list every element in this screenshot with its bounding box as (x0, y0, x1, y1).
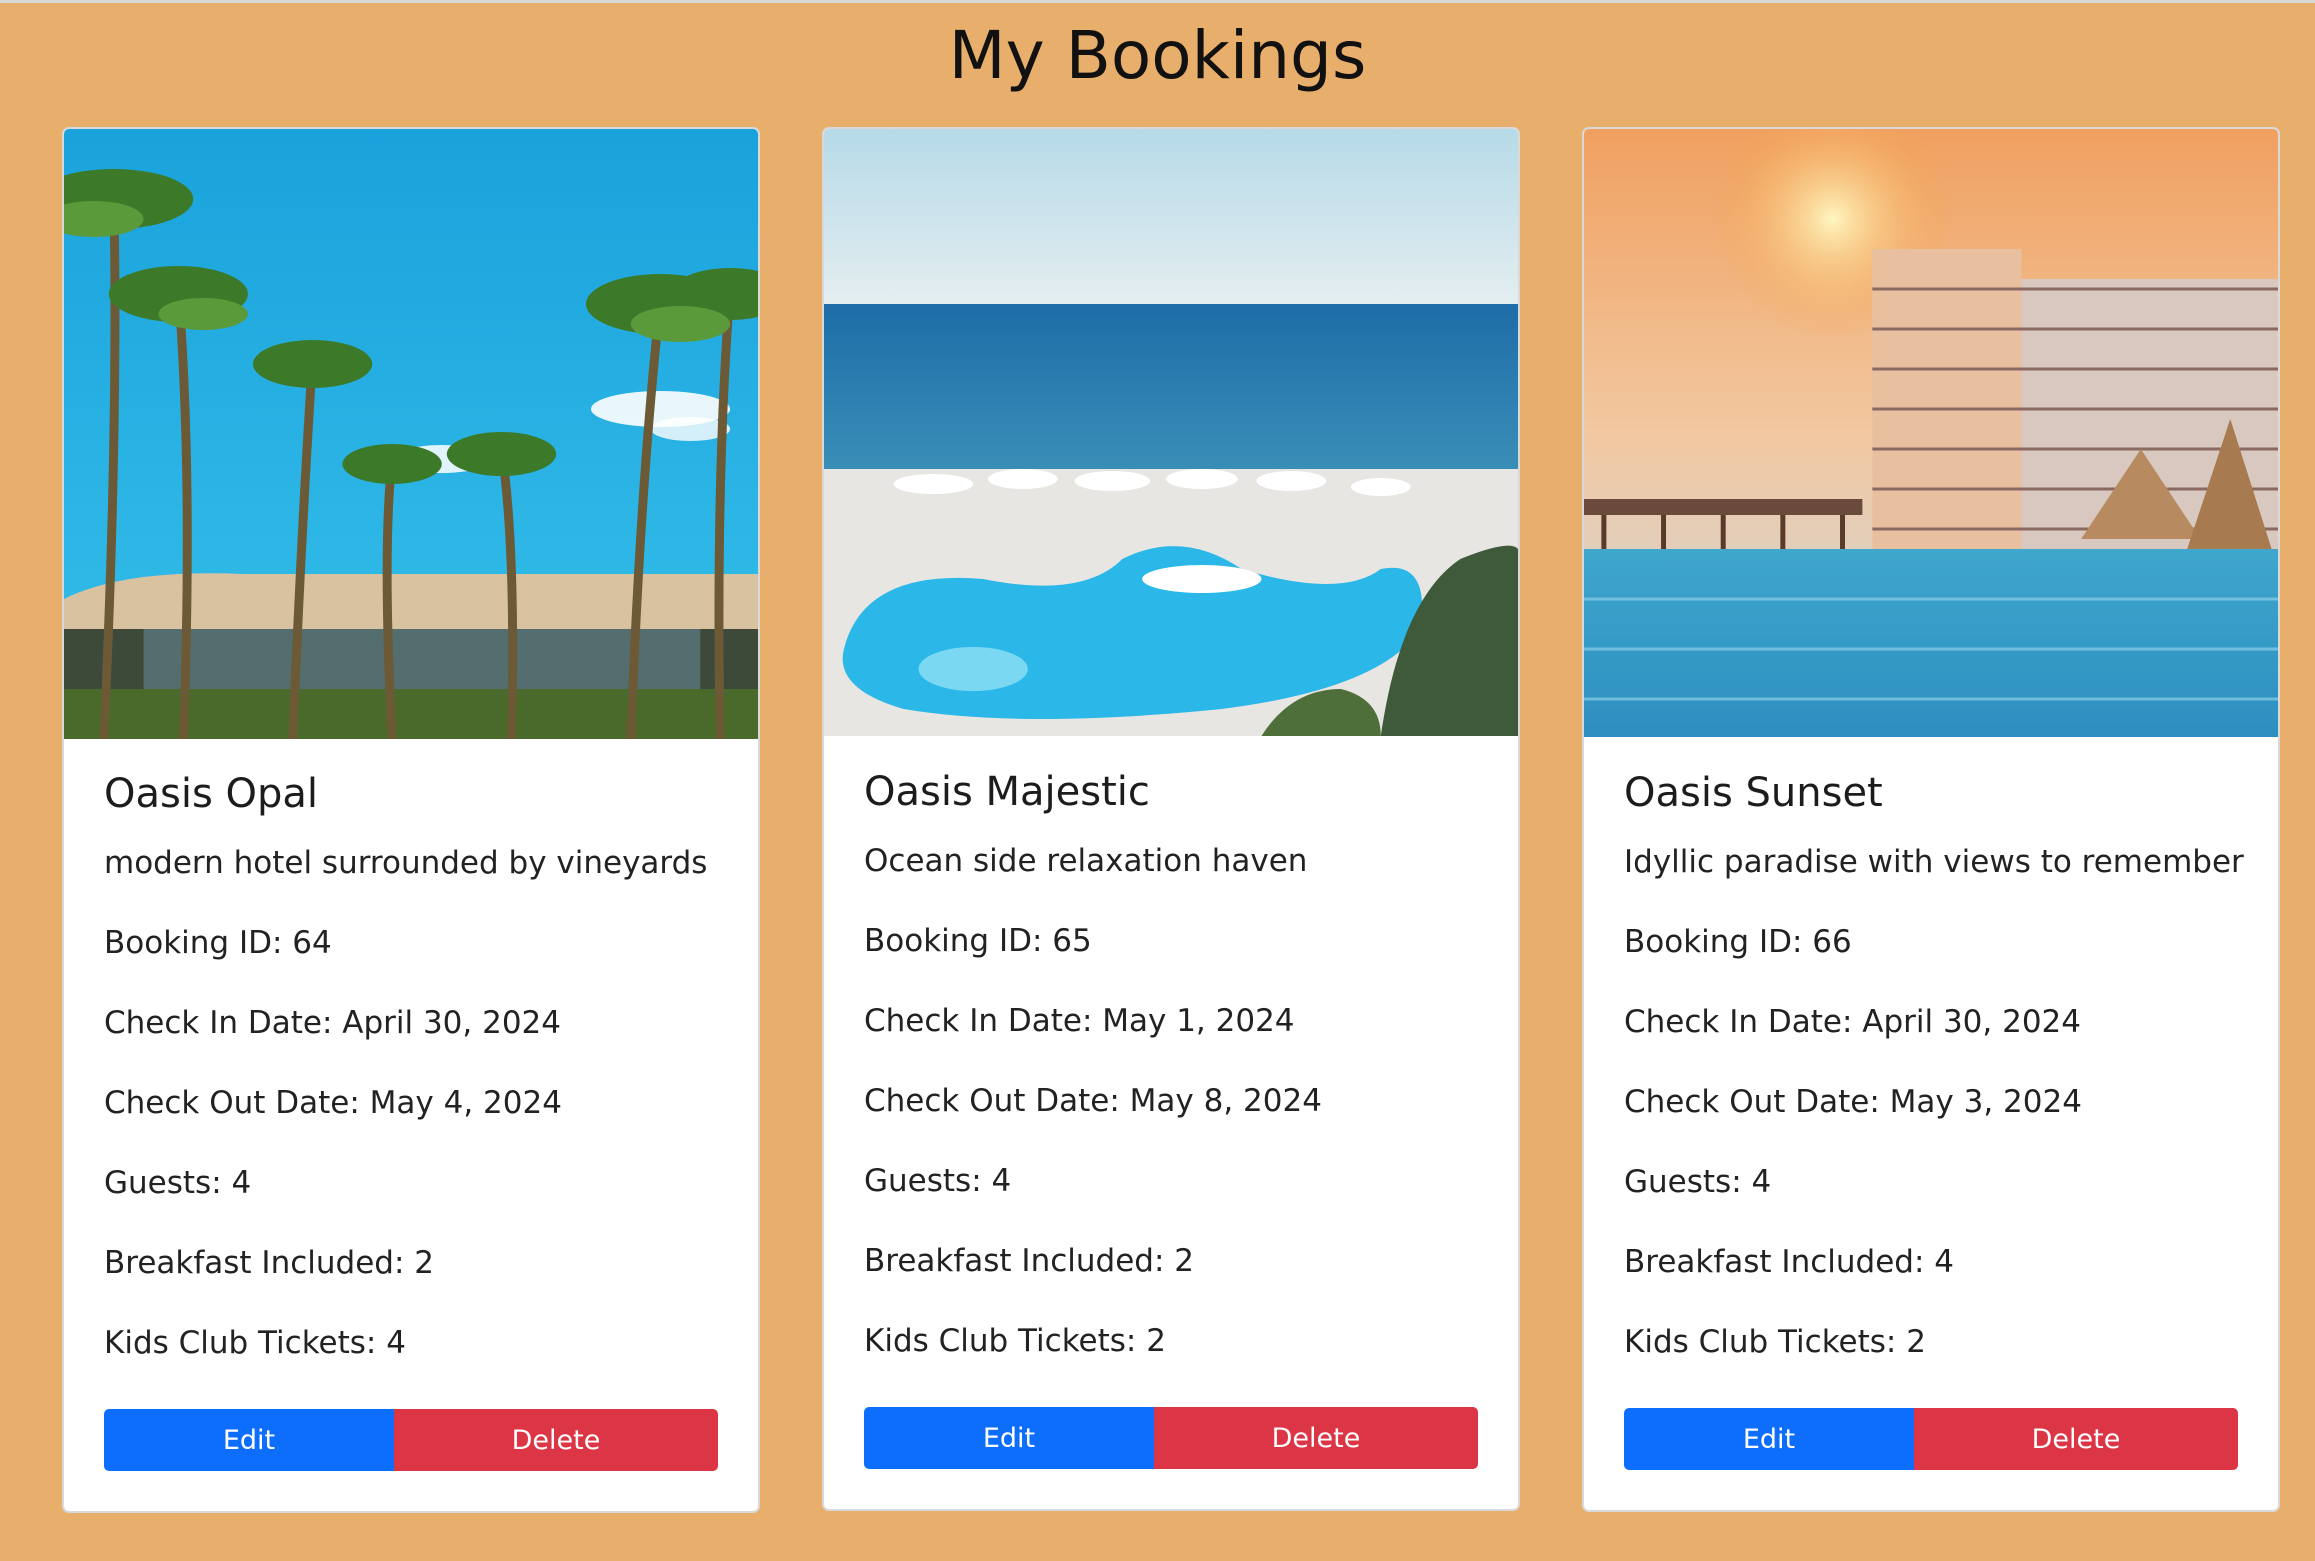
hotel-name: Oasis Sunset (1624, 770, 1883, 816)
edit-button[interactable]: Edit (1624, 1408, 1914, 1470)
palm-resort-image (64, 129, 758, 739)
check-out-date: Check Out Date: May 4, 2024 (104, 1085, 562, 1121)
booking-card: Oasis Majestic Ocean side relaxation hav… (822, 127, 1520, 1511)
breakfast-count: Breakfast Included: 2 (104, 1245, 434, 1281)
delete-button[interactable]: Delete (1154, 1407, 1478, 1469)
card-actions: Edit Delete (104, 1409, 718, 1471)
hotel-description: modern hotel surrounded by vineyards (104, 845, 708, 881)
edit-button[interactable]: Edit (104, 1409, 394, 1471)
guests-count: Guests: 4 (1624, 1164, 1772, 1200)
check-in-date: Check In Date: May 1, 2024 (864, 1003, 1295, 1039)
top-divider (0, 0, 2315, 3)
delete-button[interactable]: Delete (394, 1409, 718, 1471)
edit-button[interactable]: Edit (864, 1407, 1154, 1469)
hotel-description: Ocean side relaxation haven (864, 843, 1308, 879)
delete-button[interactable]: Delete (1914, 1408, 2238, 1470)
check-in-date: Check In Date: April 30, 2024 (104, 1005, 562, 1041)
guests-count: Guests: 4 (864, 1163, 1012, 1199)
card-actions: Edit Delete (1624, 1408, 2238, 1470)
kids-club-count: Kids Club Tickets: 4 (104, 1325, 406, 1361)
booking-id: Booking ID: 65 (864, 923, 1092, 959)
hotel-name: Oasis Opal (104, 771, 319, 817)
booking-id: Booking ID: 66 (1624, 924, 1852, 960)
booking-id: Booking ID: 64 (104, 925, 332, 961)
hotel-name: Oasis Majestic (864, 769, 1150, 815)
breakfast-count: Breakfast Included: 4 (1624, 1244, 1954, 1280)
kids-club-count: Kids Club Tickets: 2 (864, 1323, 1166, 1359)
card-actions: Edit Delete (864, 1407, 1478, 1469)
breakfast-count: Breakfast Included: 2 (864, 1243, 1194, 1279)
booking-card: Oasis Sunset Idyllic paradise with views… (1582, 127, 2280, 1512)
hotel-description: Idyllic paradise with views to remember (1624, 844, 2244, 880)
page-title: My Bookings (948, 17, 1367, 94)
sunset-hotel-image (1584, 129, 2278, 737)
kids-club-count: Kids Club Tickets: 2 (1624, 1324, 1926, 1360)
guests-count: Guests: 4 (104, 1165, 252, 1201)
check-out-date: Check Out Date: May 8, 2024 (864, 1083, 1322, 1119)
check-in-date: Check In Date: April 30, 2024 (1624, 1004, 2082, 1040)
ocean-pool-image (824, 129, 1518, 736)
booking-card: Oasis Opal modern hotel surrounded by vi… (62, 127, 760, 1513)
check-out-date: Check Out Date: May 3, 2024 (1624, 1084, 2082, 1120)
